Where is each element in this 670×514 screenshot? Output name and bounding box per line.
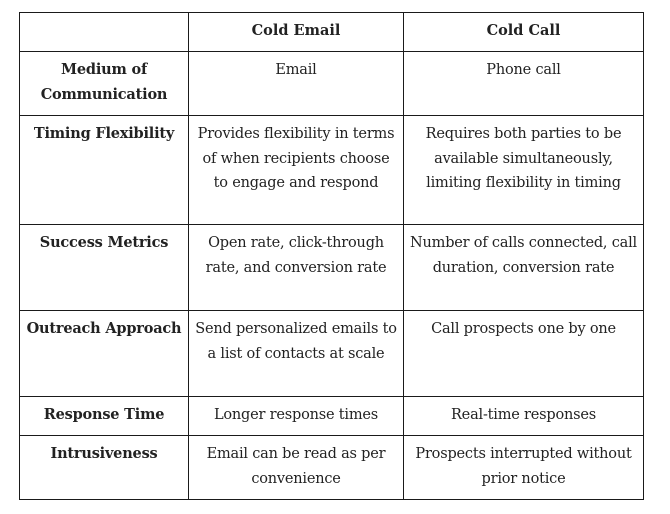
- table-row: Outreach Approach Send personalized emai…: [19, 310, 644, 397]
- header-cold-call: Cold Call: [403, 12, 644, 52]
- cold-call-cell: Real-time responses: [403, 396, 644, 436]
- row-label: Success Metrics: [19, 224, 189, 311]
- table-row: Success Metrics Open rate, click-through…: [19, 224, 644, 311]
- comparison-table: Cold Email Cold Call Medium of Communica…: [19, 12, 644, 500]
- row-label: Outreach Approach: [19, 310, 189, 397]
- row-label: Intrusiveness: [19, 435, 189, 500]
- table-row: Medium of Communication Email Phone call: [19, 51, 644, 116]
- cold-email-cell: Email can be read as per convenience: [188, 435, 404, 500]
- table-row: Response Time Longer response times Real…: [19, 396, 644, 436]
- cold-call-cell: Number of calls connected, call duration…: [403, 224, 644, 311]
- cold-call-cell: Prospects interrupted without prior noti…: [403, 435, 644, 500]
- cold-email-cell: Provides flexibility in terms of when re…: [188, 115, 404, 225]
- cold-email-cell: Longer response times: [188, 396, 404, 436]
- header-row: Cold Email Cold Call: [19, 12, 644, 52]
- table-row: Timing Flexibility Provides flexibility …: [19, 115, 644, 225]
- row-label: Response Time: [19, 396, 189, 436]
- cold-email-cell: Send personalized emails to a list of co…: [188, 310, 404, 397]
- cold-email-cell: Email: [188, 51, 404, 116]
- cold-call-cell: Call prospects one by one: [403, 310, 644, 397]
- header-empty: [19, 12, 189, 52]
- header-cold-email: Cold Email: [188, 12, 404, 52]
- cold-email-cell: Open rate, click-through rate, and conve…: [188, 224, 404, 311]
- cold-call-cell: Requires both parties to be available si…: [403, 115, 644, 225]
- row-label: Medium of Communication: [19, 51, 189, 116]
- table-row: Intrusiveness Email can be read as per c…: [19, 435, 644, 500]
- cold-call-cell: Phone call: [403, 51, 644, 116]
- row-label: Timing Flexibility: [19, 115, 189, 225]
